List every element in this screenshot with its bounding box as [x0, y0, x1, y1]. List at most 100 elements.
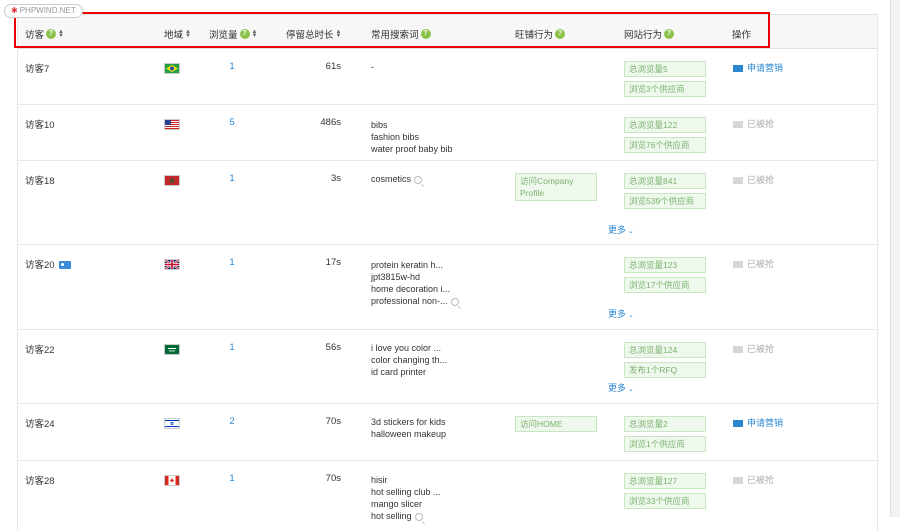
site-action-tag: 浏览76个供应商	[624, 137, 706, 153]
stay-time: 486s	[320, 117, 341, 128]
header-label: 网站行为	[624, 30, 663, 41]
views-link[interactable]: 1	[228, 61, 236, 72]
site-action-tag: 总浏览量841	[624, 173, 706, 189]
chevron-down-icon: ⌄	[628, 228, 634, 235]
keyword: -	[371, 62, 374, 72]
header-visitor[interactable]: 访客? ▲ ▼	[25, 27, 64, 41]
claimed-label: 已被抢	[733, 473, 774, 486]
magnifier-icon[interactable]	[414, 175, 423, 184]
keyword: mango slicer	[371, 499, 423, 509]
sort-icon[interactable]: ▲ ▼	[185, 29, 191, 39]
site-actions: 总浏览量5 浏览3个供应商	[624, 61, 706, 101]
mail-icon	[733, 177, 743, 185]
header-region[interactable]: 地域 ▲ ▼	[164, 27, 191, 41]
views-link[interactable]: 1	[228, 342, 236, 353]
views-link[interactable]: 1	[228, 173, 236, 184]
site-actions: 总浏览量127 浏览33个供应商	[624, 473, 706, 513]
saudi-flag-icon	[164, 344, 180, 355]
site-action-tag: 浏览3个供应商	[624, 81, 706, 97]
help-icon[interactable]: ?	[555, 29, 566, 39]
stay-time: 70s	[325, 416, 341, 427]
site-action-tag: 总浏览量124	[624, 342, 706, 358]
visitor-name: 访客10	[25, 120, 55, 131]
watermark-text: PHPWIND.NET	[19, 6, 76, 15]
mail-icon	[733, 121, 743, 129]
site-action-tag: 浏览1个供应商	[624, 436, 706, 452]
visitor-name: 访客22	[25, 345, 55, 356]
keyword-list: 3d stickers for kids halloween makeup	[371, 416, 446, 440]
views-link[interactable]: 1	[228, 257, 236, 268]
header-op: 操作	[732, 27, 751, 41]
keyword-list: protein keratin h... jpt3815w-hd home de…	[371, 259, 459, 307]
visitor-name: 访客28	[25, 476, 55, 487]
header-label: 常用搜索词	[371, 30, 419, 41]
site-actions: 总浏览量2 浏览1个供应商	[624, 416, 706, 456]
magnifier-icon[interactable]	[450, 297, 459, 306]
apply-marketing-button[interactable]: 申请营销	[733, 61, 783, 74]
sort-icon[interactable]: ▲ ▼	[252, 29, 258, 39]
more-link[interactable]: 更多 ⌄	[608, 381, 634, 394]
header-label: 旺铺行为	[515, 30, 554, 41]
keyword: cosmetics	[371, 173, 423, 185]
site-action-tag: 浏览539个供应商	[624, 193, 706, 209]
header-stay[interactable]: 停留总时长 ▲ ▼	[286, 27, 342, 41]
keyword-list: cosmetics	[371, 173, 423, 185]
stay-time: 61s	[325, 61, 341, 72]
keyword: professional non-...	[371, 295, 459, 307]
morocco-flag-icon	[164, 175, 180, 186]
keyword-list: bibs fashion bibs water proof baby bib	[371, 119, 453, 155]
scrollbar[interactable]	[890, 0, 900, 517]
keyword: water proof baby bib	[371, 144, 453, 154]
table-row: 访客24 2 70s 3d stickers for kids hallowee…	[18, 404, 877, 461]
views-link[interactable]: 5	[228, 117, 236, 128]
uk-flag-icon	[164, 259, 180, 270]
header-label: 访客	[25, 30, 45, 41]
keyword: id card printer	[371, 367, 427, 377]
mail-icon	[733, 477, 743, 485]
keyword: color changing th...	[371, 355, 448, 365]
israel-flag-icon	[164, 418, 180, 429]
claimed-label: 已被抢	[733, 257, 774, 270]
more-link[interactable]: 更多 ⌄	[608, 307, 634, 320]
visitor-name: 访客18	[25, 176, 55, 187]
header-keywords: 常用搜索词?	[371, 27, 431, 41]
site-actions: 总浏览量122 浏览76个供应商	[624, 117, 706, 157]
chevron-down-icon: ⌄	[628, 312, 634, 319]
help-icon[interactable]: ?	[420, 29, 431, 39]
sort-icon[interactable]: ▲ ▼	[336, 29, 342, 39]
site-action-tag: 总浏览量122	[624, 117, 706, 133]
brazil-flag-icon	[164, 63, 180, 74]
logo-icon: ✱	[11, 6, 18, 15]
table-row: 访客10 5 486s bibs fashion bibs water proo…	[18, 105, 877, 161]
sort-icon[interactable]: ▲ ▼	[58, 29, 64, 39]
keyword: 3d stickers for kids	[371, 417, 446, 427]
visitor-table: 访客? ▲ ▼ 地域 ▲ ▼ 浏览量? ▲ ▼ 停留总时长 ▲ ▼ 常用搜索词? 旺铺行为? 网…	[17, 14, 878, 531]
keyword: home decoration i...	[371, 284, 451, 294]
keyword-list: i love you color ... color changing th..…	[371, 342, 447, 378]
table-header: 访客? ▲ ▼ 地域 ▲ ▼ 浏览量? ▲ ▼ 停留总时长 ▲ ▼ 常用搜索词? 旺铺行为? 网…	[18, 14, 877, 49]
site-actions: 总浏览量123 浏览17个供应商	[624, 257, 706, 297]
apply-marketing-button[interactable]: 申请营销	[733, 416, 783, 429]
help-icon[interactable]: ?	[239, 29, 250, 39]
keyword-list: -	[371, 61, 374, 73]
views-link[interactable]: 1	[228, 473, 236, 484]
help-icon[interactable]: ?	[46, 29, 57, 39]
more-link[interactable]: 更多 ⌄	[608, 223, 634, 236]
header-views[interactable]: 浏览量? ▲ ▼	[209, 27, 258, 41]
stay-time: 17s	[325, 257, 341, 268]
keyword-list: hisir hot selling club ... mango slicer …	[371, 474, 441, 522]
canada-flag-icon	[164, 475, 180, 486]
stay-time: 70s	[325, 473, 341, 484]
views-link[interactable]: 2	[228, 416, 236, 427]
contact-card-icon[interactable]	[58, 261, 71, 270]
keyword: hot selling club ...	[371, 487, 441, 497]
header-wang: 旺铺行为?	[515, 27, 566, 41]
claimed-label: 已被抢	[733, 173, 774, 186]
visitor-name: 访客20	[25, 257, 71, 271]
table-row: 访客7 1 61s - 总浏览量5 浏览3个供应商 申请营销	[18, 49, 877, 105]
keyword: bibs	[371, 120, 388, 130]
stay-time: 56s	[325, 342, 341, 353]
table-row: 访客18 1 3s cosmetics 访问Company Profile 总浏…	[18, 161, 877, 245]
help-icon[interactable]: ?	[664, 29, 675, 39]
mail-icon	[733, 261, 743, 269]
